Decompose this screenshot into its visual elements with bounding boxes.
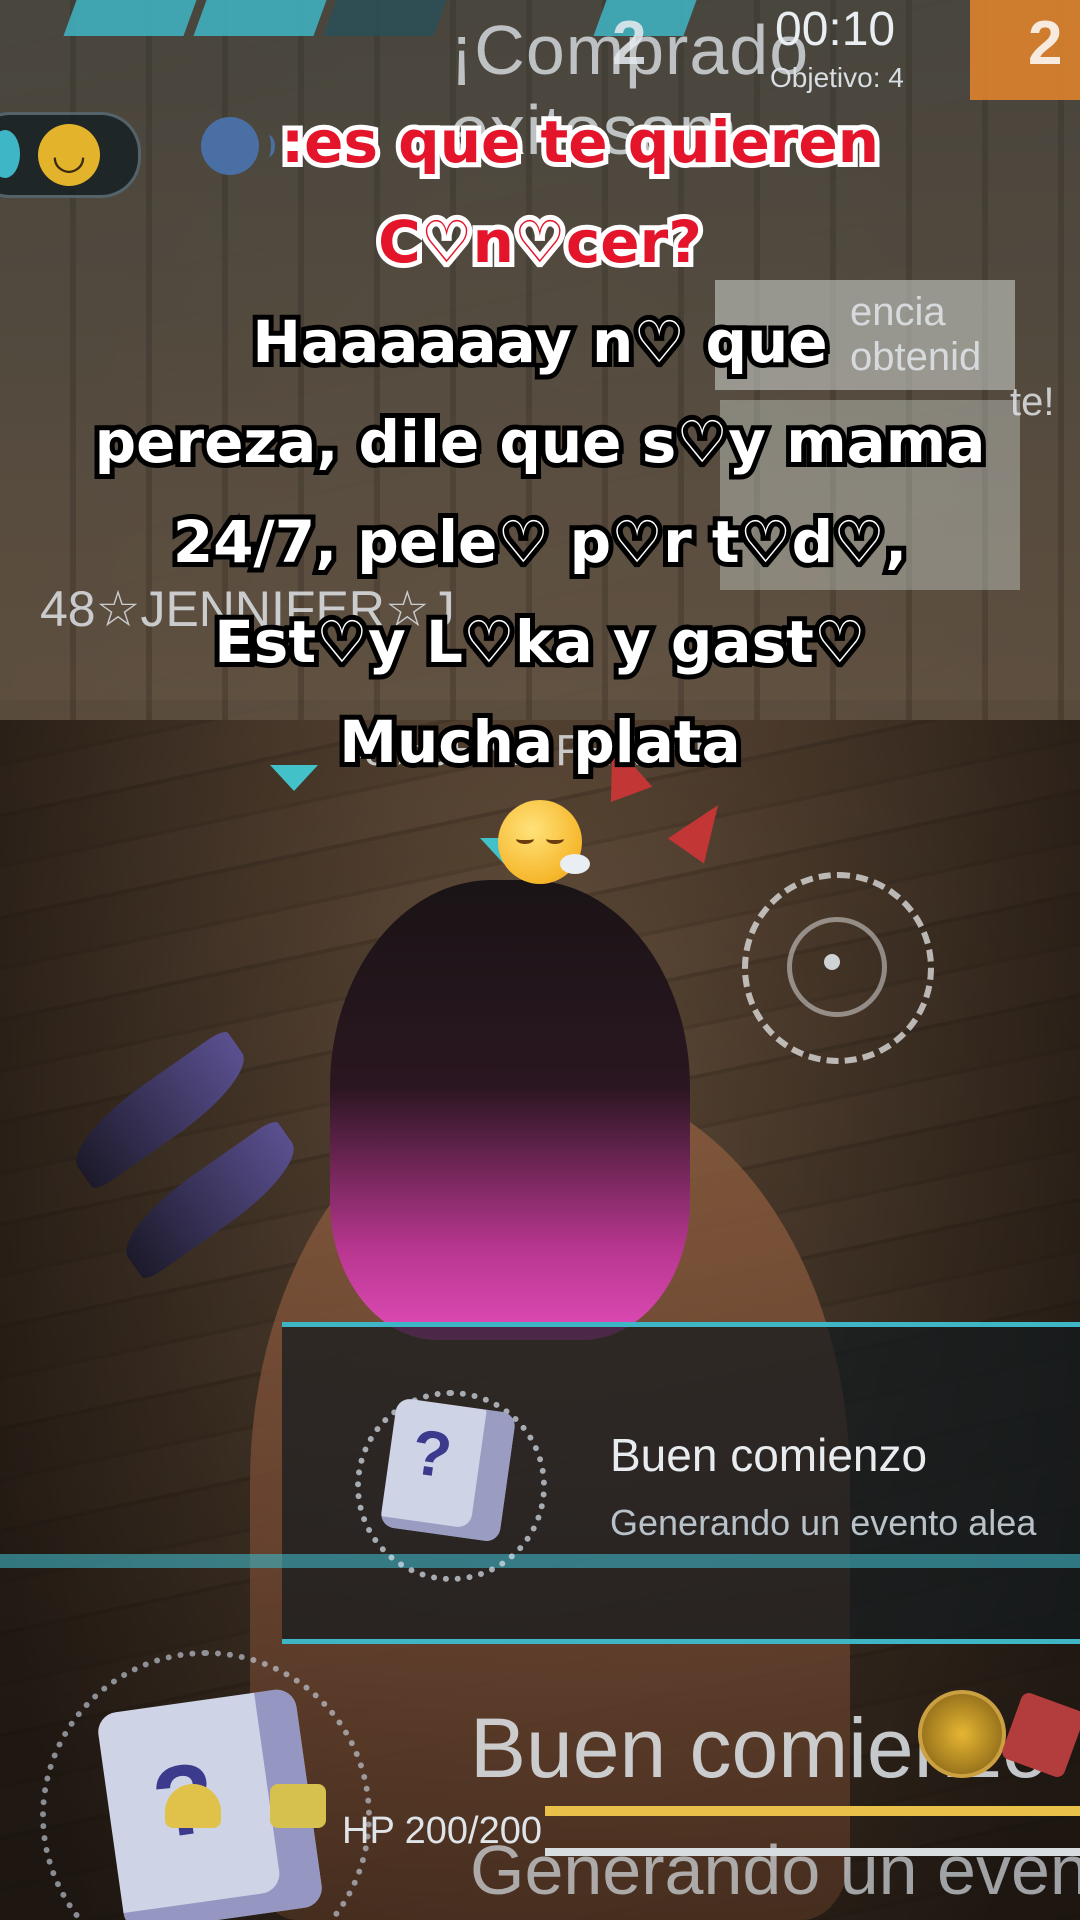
team-bar-segment <box>193 0 327 36</box>
vest-icon <box>270 1784 326 1828</box>
team-bar-segment <box>323 0 447 36</box>
hp-bar <box>545 1806 1080 1816</box>
character-hair <box>330 880 690 1340</box>
caption-line-6: Est♡y L♡ka y gast♡ <box>209 603 871 681</box>
match-timer: 00:10 <box>775 3 896 56</box>
objective-label: Objetivo: 4 <box>770 62 904 93</box>
exhausted-face-icon <box>498 800 590 884</box>
speaking-head-icon <box>200 116 275 175</box>
caption-line-2: C♡n♡cer? <box>373 203 707 281</box>
caption-line-7: Mucha plata <box>334 703 745 781</box>
notification-title: Buen comienzo <box>610 1429 928 1481</box>
notification-stripe <box>0 1554 1080 1568</box>
caption-line-3: Haaaaaay n♡ que <box>247 303 832 381</box>
caption-overlay: :es que te quieren C♡n♡cer? Haaaaaay n♡ … <box>0 92 1080 888</box>
caption-line-5: 24/7, pele♡ p♡r t♡d♡, <box>168 503 912 581</box>
game-viewport: 2 2 ¡Comprado exitosam 00:10 Objetivo: 4… <box>0 0 1080 1920</box>
character-skill-icon[interactable] <box>918 1690 1006 1778</box>
caption-line-1: :es que te quieren <box>0 92 1080 192</box>
caption-line-4: pereza, dile que s♡y mama <box>90 403 991 481</box>
notification-subtitle: Generando un evento alea <box>610 1502 1037 1543</box>
random-dice-icon: ? <box>379 1397 517 1543</box>
bottom-event-subtitle: Generando un evento <box>470 1831 1080 1909</box>
caption-line-1-text: :es que te quieren <box>276 103 884 181</box>
crosshair-dot <box>824 954 840 970</box>
team-bar-segment <box>63 0 197 36</box>
